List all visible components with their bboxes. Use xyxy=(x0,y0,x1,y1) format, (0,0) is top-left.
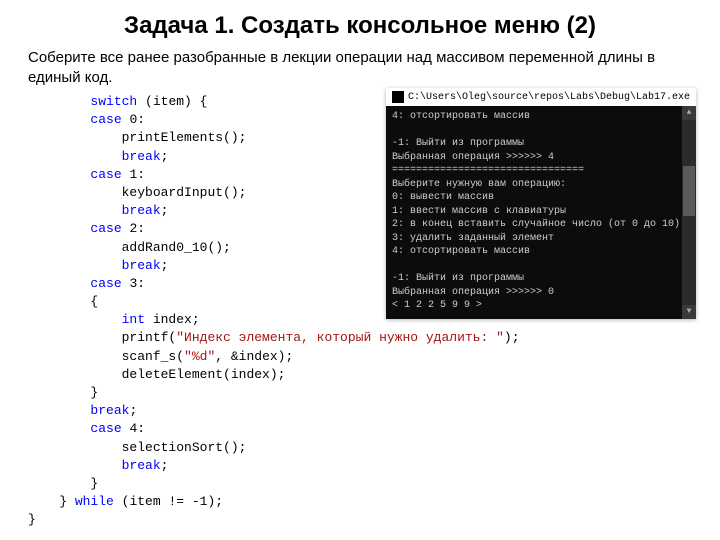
code-text: ; xyxy=(161,149,169,164)
code-text: ; xyxy=(161,458,169,473)
code-text: addRand0_10(); xyxy=(122,240,231,255)
code-text: } xyxy=(90,385,98,400)
code-text: , &index); xyxy=(215,349,293,364)
code-text: printf( xyxy=(122,330,177,345)
code-text: 4: xyxy=(122,421,145,436)
kw-while: while xyxy=(75,494,114,509)
string-literal: "%d" xyxy=(184,349,215,364)
code-text: { xyxy=(90,294,98,309)
code-text: 3: xyxy=(122,276,145,291)
kw-case: case xyxy=(90,167,121,182)
code-text: scanf_s( xyxy=(122,349,184,364)
kw-break: break xyxy=(90,403,129,418)
kw-case: case xyxy=(90,112,121,127)
kw-switch: switch xyxy=(90,94,137,109)
string-literal: "Индекс элемента, который нужно удалить:… xyxy=(176,330,504,345)
kw-case: case xyxy=(90,421,121,436)
code-text: 1: xyxy=(122,167,145,182)
code-text: deleteElement(index); xyxy=(122,367,286,382)
code-text: 0: xyxy=(122,112,145,127)
code-text: selectionSort(); xyxy=(122,440,247,455)
code-text: ; xyxy=(161,258,169,273)
slide-subtitle: Соберите все ранее разобранные в лекции … xyxy=(0,40,720,87)
kw-break: break xyxy=(122,458,161,473)
kw-break: break xyxy=(122,258,161,273)
code-text: } xyxy=(90,476,98,491)
kw-case: case xyxy=(90,276,121,291)
code-text: printElements(); xyxy=(122,130,247,145)
code-text: (item) { xyxy=(137,94,207,109)
scrollbar-thumb[interactable] xyxy=(683,166,695,216)
code-text: 2: xyxy=(122,221,145,236)
scroll-down-icon[interactable]: ▼ xyxy=(682,305,696,319)
console-title-path: C:\Users\Oleg\source\repos\Labs\Debug\La… xyxy=(408,92,690,103)
code-text: keyboardInput(); xyxy=(122,185,247,200)
code-text: ); xyxy=(504,330,520,345)
console-titlebar: C:\Users\Oleg\source\repos\Labs\Debug\La… xyxy=(386,88,696,106)
kw-break: break xyxy=(122,203,161,218)
console-icon xyxy=(392,91,404,103)
kw-int: int xyxy=(122,312,145,327)
console-scrollbar[interactable]: ▲ ▼ xyxy=(682,106,696,319)
kw-case: case xyxy=(90,221,121,236)
code-text: (item != -1); xyxy=(114,494,223,509)
slide-title: Задача 1. Создать консольное меню (2) xyxy=(0,0,720,40)
code-text: ; xyxy=(161,203,169,218)
code-text: index; xyxy=(145,312,200,327)
code-text: } xyxy=(59,494,75,509)
code-text: } xyxy=(28,512,36,527)
console-output: 4: отсортировать массив -1: Выйти из про… xyxy=(386,106,696,319)
scroll-up-icon[interactable]: ▲ xyxy=(682,106,696,120)
kw-break: break xyxy=(122,149,161,164)
console-window: C:\Users\Oleg\source\repos\Labs\Debug\La… xyxy=(386,88,696,319)
code-text: ; xyxy=(129,403,137,418)
